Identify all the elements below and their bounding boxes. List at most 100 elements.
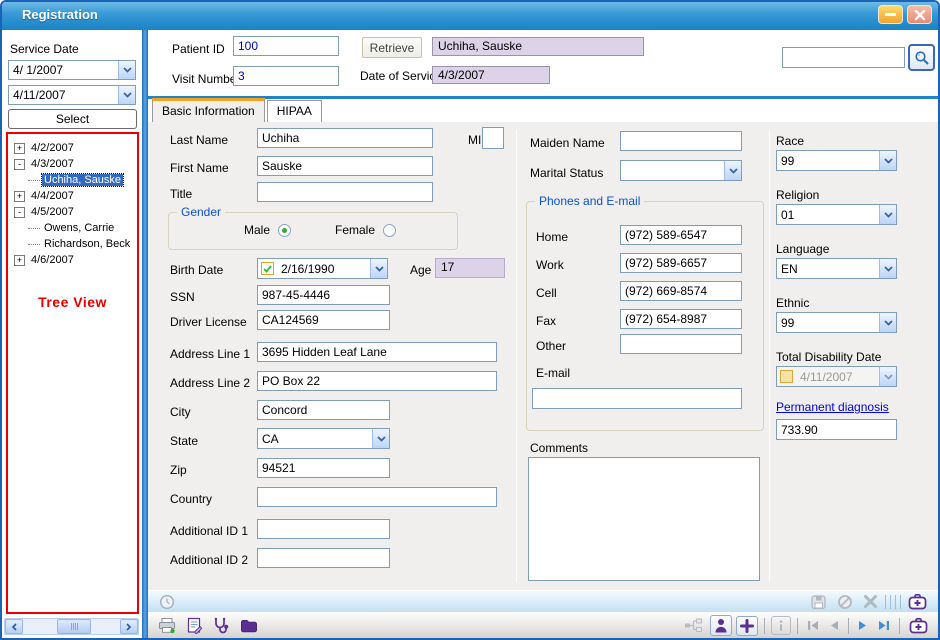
tree-item-date[interactable]: + 4/2/2007 [8,140,137,156]
tree-item-date[interactable]: + 4/6/2007 [8,252,137,268]
registration-window: Registration Service Date 4/ 1/2007 4/11… [0,0,940,640]
medical-bag-icon[interactable] [905,591,930,612]
document-icon[interactable] [183,615,205,636]
unchecked-checkbox-icon[interactable] [780,370,793,383]
search-button[interactable] [908,44,935,71]
scrollbar-thumb[interactable] [57,619,91,634]
expand-icon[interactable]: + [14,255,25,266]
nav-last-icon[interactable] [875,618,893,633]
print-icon[interactable] [155,615,179,636]
chevron-down-icon[interactable] [879,367,896,386]
minimize-button[interactable] [878,5,903,24]
fax-input[interactable] [620,309,742,329]
chevron-down-icon[interactable] [372,429,389,448]
clock-icon[interactable] [156,592,178,612]
other-phone-input[interactable] [620,334,742,354]
nav-first-icon[interactable] [804,618,822,633]
column-divider [516,130,517,582]
select-button[interactable]: Select [8,109,137,129]
expand-icon[interactable]: + [14,191,25,202]
tree-item-patient[interactable]: Richardson, Beck [8,236,137,252]
service-date-to-value: 4/11/2007 [9,88,118,102]
ethnic-combo[interactable]: 99 [776,312,897,333]
tree-item-date[interactable]: + 4/4/2007 [8,188,137,204]
chevron-down-icon[interactable] [879,313,896,332]
female-radio[interactable] [383,224,396,237]
chevron-down-icon[interactable] [118,86,135,104]
close-button[interactable] [907,5,932,24]
scroll-left-button[interactable] [5,619,23,634]
first-name-input[interactable] [257,156,433,176]
service-date-label: Service Date [10,42,79,56]
stethoscope-icon[interactable] [209,615,233,636]
search-input[interactable] [782,47,905,68]
male-radio[interactable] [278,224,291,237]
maiden-name-input[interactable] [620,131,742,151]
ssn-input[interactable] [257,285,390,305]
diagnosis-code-input[interactable] [776,419,897,440]
folder-icon[interactable] [237,616,261,635]
chevron-down-icon[interactable] [879,259,896,278]
ssn-label: SSN [170,290,195,304]
tree-item-patient-selected[interactable]: Uchiha, Sauske [8,172,137,188]
state-combo[interactable]: CA [257,428,390,449]
checked-checkbox-icon[interactable] [261,262,274,275]
nav-next-icon[interactable] [855,618,871,633]
delete-icon[interactable] [860,592,881,611]
driver-license-input[interactable] [257,310,390,330]
address-line2-input[interactable] [257,371,497,391]
visit-number-input[interactable] [233,66,339,86]
chevron-down-icon[interactable] [724,161,741,180]
collapse-icon[interactable]: - [14,159,25,170]
language-combo[interactable]: EN [776,258,897,279]
scrollbar-track[interactable] [23,619,120,634]
additional-id2-input[interactable] [257,548,390,568]
chevron-down-icon[interactable] [118,61,135,79]
address-line1-input[interactable] [257,342,497,362]
chevron-down-icon[interactable] [370,259,387,278]
email-input[interactable] [532,388,742,409]
race-combo[interactable]: 99 [776,150,897,171]
religion-combo[interactable]: 01 [776,204,897,225]
network-icon[interactable] [681,616,706,635]
country-input[interactable] [257,487,497,507]
city-input[interactable] [257,400,390,420]
home-phone-input[interactable] [620,225,742,245]
cell-phone-input[interactable] [620,281,742,301]
patient-id-input[interactable] [233,36,339,56]
title-input[interactable] [257,182,433,202]
tree-item-date[interactable]: - 4/5/2007 [8,204,137,220]
work-phone-input[interactable] [620,253,742,273]
nav-prev-icon[interactable] [826,618,842,633]
medical-bag-icon[interactable] [906,615,931,636]
last-name-input[interactable] [257,128,433,148]
state-label: State [170,434,198,448]
service-date-to-combo[interactable]: 4/11/2007 [8,85,136,105]
scroll-right-button[interactable] [120,619,138,634]
permanent-diagnosis-link[interactable]: Permanent diagnosis [776,400,889,414]
save-icon[interactable] [807,592,830,612]
tab-basic-information[interactable]: Basic Information [152,98,265,122]
service-date-from-combo[interactable]: 4/ 1/2007 [8,60,136,80]
horizontal-scrollbar[interactable] [4,618,139,635]
collapse-icon[interactable]: - [14,207,25,218]
chevron-down-icon[interactable] [879,205,896,224]
additional-id1-input[interactable] [257,519,390,539]
total-disability-date-combo[interactable]: 4/11/2007 [776,366,897,387]
comments-textarea[interactable] [528,457,760,581]
info-icon[interactable] [771,616,791,635]
tab-hipaa[interactable]: HIPAA [267,100,322,122]
zip-input[interactable] [257,458,390,478]
mi-input[interactable] [482,127,504,149]
retrieve-button[interactable]: Retrieve [362,37,422,58]
chevron-down-icon[interactable] [879,151,896,170]
person-icon[interactable] [710,615,732,636]
birth-date-combo[interactable]: 2/16/1990 [257,258,388,279]
add-icon[interactable] [736,616,758,636]
tree-item-date[interactable]: - 4/3/2007 [8,156,137,172]
expand-icon[interactable]: + [14,143,25,154]
cancel-icon[interactable] [834,592,856,612]
tree-item-patient[interactable]: Owens, Carrie [8,220,137,236]
marital-status-combo[interactable] [620,160,742,181]
address-line2-label: Address Line 2 [170,376,250,390]
